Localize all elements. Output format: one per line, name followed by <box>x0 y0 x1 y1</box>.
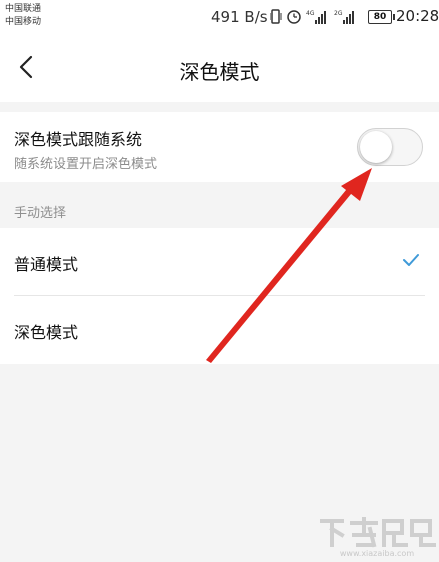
svg-text:4G: 4G <box>306 10 315 17</box>
watermark-logo: www.xiazaiba.com <box>318 515 436 559</box>
svg-text:2G: 2G <box>334 10 343 17</box>
option-dark-mode[interactable]: 深色模式 <box>0 296 439 364</box>
page-title: 深色模式 <box>179 60 260 84</box>
toggle-knob <box>360 131 392 163</box>
option-label: 普通模式 <box>14 255 79 274</box>
follow-system-title: 深色模式跟随系统 <box>14 130 143 149</box>
signal-4g-icon: 4G <box>306 10 326 24</box>
status-bar: 中国联通 中国移动 491 B/s 4G 2G 80 20:28 <box>0 0 439 36</box>
carrier-1: 中国联通 <box>5 4 42 14</box>
alarm-icon <box>287 10 301 24</box>
signal-2g-icon: 2G <box>334 10 354 24</box>
option-normal-mode[interactable]: 普通模式 <box>0 228 439 296</box>
vibrate-icon <box>270 9 282 24</box>
status-time: 20:28 <box>396 7 439 25</box>
follow-system-toggle[interactable] <box>357 128 423 166</box>
option-label: 深色模式 <box>14 323 79 342</box>
watermark-glyph-icon <box>320 517 436 548</box>
follow-system-row[interactable]: 深色模式跟随系统 随系统设置开启深色模式 <box>0 112 439 182</box>
carrier-2: 中国移动 <box>5 17 42 27</box>
checkmark-icon <box>403 254 419 266</box>
net-speed: 491 B/s <box>211 8 268 26</box>
mode-option-list: 普通模式 深色模式 <box>0 228 439 364</box>
follow-system-subtitle: 随系统设置开启深色模式 <box>14 157 158 172</box>
section-label-manual: 手动选择 <box>14 206 67 221</box>
battery-icon: 80 <box>368 10 395 24</box>
watermark-text: www.xiazaiba.com <box>339 549 415 558</box>
app-header: 深色模式 <box>0 36 439 102</box>
status-icons: 4G 2G <box>270 9 354 24</box>
